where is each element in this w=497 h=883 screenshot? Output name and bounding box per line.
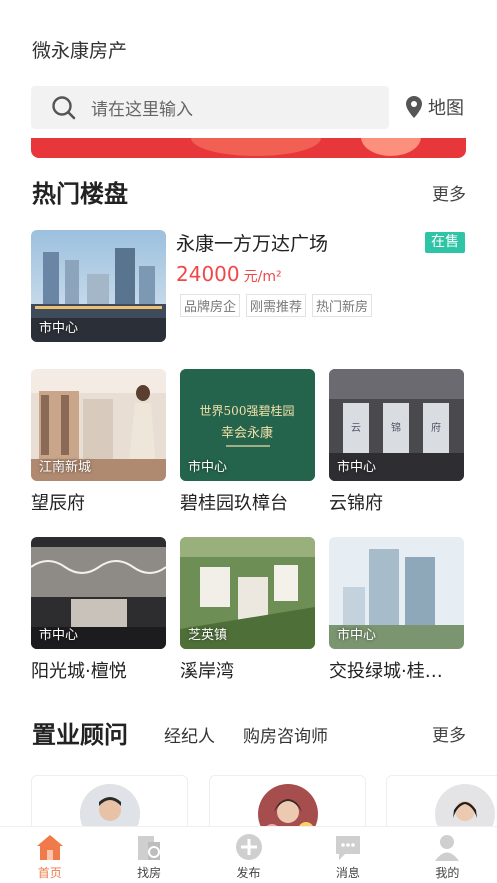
area-tag: 江南新城 <box>39 460 92 475</box>
svg-text:锦: 锦 <box>391 421 401 434</box>
search-input[interactable]: 请在这里输入 <box>31 86 389 129</box>
message-icon <box>335 836 360 860</box>
advisors-more-link[interactable]: 更多 <box>432 721 466 746</box>
listing-card[interactable]: 江南新城 望辰府 <box>31 369 166 515</box>
home-icon <box>36 835 63 860</box>
tab-label: 找房 <box>137 866 162 880</box>
price-unit: 元/m² <box>243 269 282 285</box>
area-tag: 市中心 <box>337 628 377 643</box>
map-button[interactable]: 地图 <box>406 94 464 120</box>
price-value: 24000 <box>176 262 240 286</box>
tab-label: 首页 <box>37 866 62 880</box>
area-tag: 市中心 <box>39 628 79 643</box>
search-placeholder: 请在这里输入 <box>91 100 193 120</box>
featured-listing-image[interactable]: 市中心 <box>31 230 166 342</box>
map-label: 地图 <box>428 98 464 119</box>
promo-banner[interactable] <box>31 138 466 158</box>
location-pin-icon <box>406 96 422 118</box>
search-icon <box>52 95 76 119</box>
tab-agents[interactable]: 经纪人 <box>164 722 215 747</box>
area-tag: 市中心 <box>39 321 79 336</box>
listing-card[interactable]: 市中心 阳光城·檀悦 <box>31 537 166 683</box>
status-badge: 在售 <box>425 232 465 253</box>
listing-name: 碧桂园玖樟台 <box>180 493 288 514</box>
listing-image: 云 锦 府 市中心 <box>329 369 464 481</box>
area-tag: 市中心 <box>337 460 377 475</box>
listing-card[interactable]: 市中心 交投绿城·桂… <box>329 537 464 683</box>
tab-consultants[interactable]: 购房咨询师 <box>243 722 328 747</box>
tab-home[interactable]: 首页 <box>0 827 99 883</box>
section-title: 置业顾问 <box>32 721 128 749</box>
svg-text:云: 云 <box>351 423 361 434</box>
find-house-icon <box>138 836 161 860</box>
hot-section-header: 热门楼盘 <box>32 174 128 209</box>
listing-card[interactable]: 云 锦 府 市中心 云锦府 <box>329 369 464 515</box>
tag: 热门新房 <box>312 294 373 317</box>
tag: 刚需推荐 <box>246 294 307 317</box>
listing-image: 世界500强碧桂园 幸会永康 市中心 <box>180 369 315 481</box>
featured-listing-name[interactable]: 永康一方万达广场 <box>176 229 328 256</box>
listing-name: 望辰府 <box>31 493 85 514</box>
listing-image: 市中心 <box>31 537 166 649</box>
hot-more-link[interactable]: 更多 <box>432 180 466 205</box>
tab-profile[interactable]: 我的 <box>398 827 497 883</box>
advisor-tabs: 经纪人 购房咨询师 <box>164 722 328 747</box>
area-tag: 芝英镇 <box>188 628 228 643</box>
tab-label: 我的 <box>435 866 460 880</box>
listing-image: 市中心 <box>329 537 464 649</box>
publish-icon <box>235 834 262 860</box>
featured-price: 24000 元/m² <box>176 262 282 286</box>
tab-publish[interactable]: 发布 <box>199 827 298 883</box>
area-tag: 市中心 <box>188 460 228 475</box>
listing-name: 交投绿城·桂… <box>329 661 443 682</box>
tab-find-house[interactable]: 找房 <box>99 827 198 883</box>
advisors-section-header: 置业顾问 <box>32 715 128 750</box>
listing-name: 云锦府 <box>329 493 383 514</box>
tag: 品牌房企 <box>180 294 241 317</box>
tab-label: 发布 <box>236 866 261 880</box>
bottom-tab-bar: 首页 找房 发布 消息 我的 <box>0 826 497 883</box>
listing-card[interactable]: 芝英镇 溪岸湾 <box>180 537 315 683</box>
listing-image: 江南新城 <box>31 369 166 481</box>
feature-tags: 品牌房企 刚需推荐 热门新房 <box>180 294 373 317</box>
profile-icon <box>435 835 460 861</box>
listing-card[interactable]: 世界500强碧桂园 幸会永康 市中心 碧桂园玖樟台 <box>180 369 315 515</box>
banner-slogan: 世界500强碧桂园 <box>200 403 295 418</box>
svg-text:府: 府 <box>431 421 441 434</box>
listing-name: 阳光城·檀悦 <box>31 661 127 682</box>
section-title: 热门楼盘 <box>32 180 128 208</box>
app-title: 微永康房产 <box>32 40 128 62</box>
tab-messages[interactable]: 消息 <box>298 827 397 883</box>
listing-image: 芝英镇 <box>180 537 315 649</box>
banner-slogan: 幸会永康 <box>221 425 273 441</box>
tab-label: 消息 <box>335 866 360 880</box>
listing-name: 溪岸湾 <box>180 661 234 682</box>
